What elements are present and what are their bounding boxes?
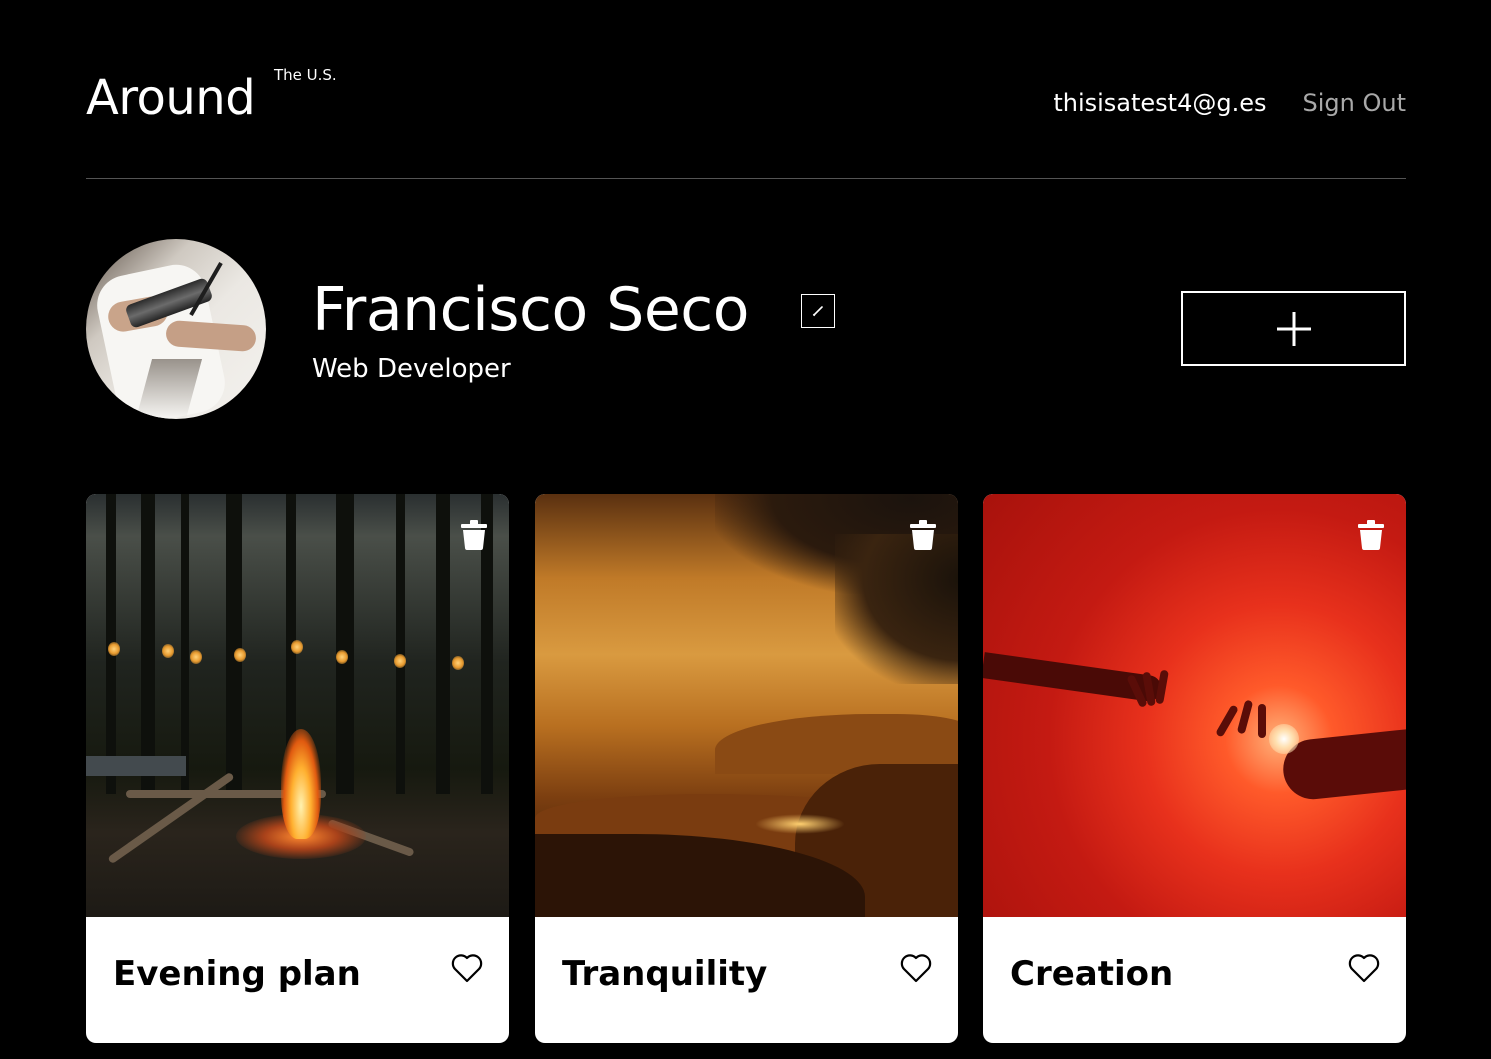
edit-profile-button[interactable] (801, 294, 835, 328)
avatar[interactable] (86, 239, 266, 419)
trash-icon[interactable] (461, 520, 487, 550)
card-title: Tranquility (562, 954, 768, 994)
card-title: Creation (1010, 954, 1174, 994)
pencil-icon (812, 306, 823, 317)
cards-grid: Evening plan Tranquility Creation (86, 494, 1406, 1043)
profile-name: Francisco Seco (312, 275, 750, 345)
card: Tranquility (535, 494, 958, 1043)
header-nav: thisisatest4@g.es Sign Out (1053, 88, 1406, 118)
sign-out-link[interactable]: Sign Out (1303, 88, 1407, 118)
card: Creation (983, 494, 1406, 1043)
logo: Around (86, 70, 256, 126)
trash-icon[interactable] (1358, 520, 1384, 550)
card-image[interactable] (535, 494, 958, 917)
profile-job: Web Developer (312, 354, 511, 384)
add-card-button[interactable] (1181, 291, 1406, 366)
header: Around The U.S. thisisatest4@g.es Sign O… (86, 0, 1406, 179)
plus-icon (1276, 311, 1311, 346)
profile: Francisco Seco Web Developer (86, 239, 1406, 419)
heart-icon[interactable] (900, 953, 932, 983)
card-image[interactable] (983, 494, 1406, 917)
card-image[interactable] (86, 494, 509, 917)
card: Evening plan (86, 494, 509, 1043)
user-email: thisisatest4@g.es (1053, 89, 1267, 117)
card-title: Evening plan (113, 954, 361, 994)
trash-icon[interactable] (910, 520, 936, 550)
logo-superscript: The U.S. (274, 66, 337, 84)
heart-icon[interactable] (1348, 953, 1380, 983)
heart-icon[interactable] (451, 953, 483, 983)
